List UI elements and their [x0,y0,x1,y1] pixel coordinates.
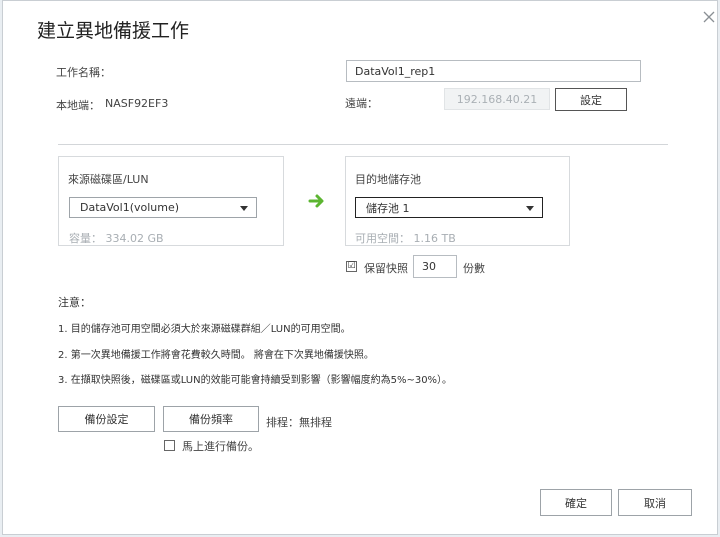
run-now-label: 馬上進行備份。 [182,440,259,453]
source-volume-select[interactable]: DataVol1(volume) [69,197,257,218]
destination-pool-select[interactable]: 儲存池 1 [355,197,543,218]
keep-snapshot-label: 保留快照 [364,262,408,275]
note-item: 1. 目的儲存池可用空間必須大於來源磁碟群組／LUN的可用空間。 [58,324,351,335]
snapshot-count-input[interactable]: 30 [413,255,457,278]
keep-snapshot-checkbox[interactable]: ☑ [346,261,357,272]
backup-frequency-button[interactable]: 備份頻率 [163,406,259,432]
snapshot-count-unit: 份數 [463,262,485,275]
run-now-checkbox[interactable] [164,440,175,451]
local-label: 本地端： [56,99,100,112]
destination-available-space: 可用空間： 1.16 TB [355,232,456,245]
destination-pool-value: 儲存池 1 [366,201,410,215]
note-item: 2. 第一次異地備援工作將會花費較久時間。 將會在下次異地備援快照。 [58,350,374,361]
divider [58,144,668,145]
right-arrow-icon [308,193,326,209]
remote-settings-button[interactable]: 設定 [555,88,627,111]
chevron-down-icon [240,206,248,211]
job-name-input[interactable]: DataVol1_rep1 [346,60,641,82]
close-icon[interactable] [701,9,717,25]
schedule-text: 排程：無排程 [266,416,332,429]
chevron-down-icon [526,206,534,211]
notes-heading: 注意： [58,296,91,309]
source-volume-value: DataVol1(volume) [80,201,180,214]
backup-settings-button[interactable]: 備份設定 [58,406,155,432]
source-label: 來源磁碟區/LUN [68,173,149,186]
note-item: 3. 在擷取快照後，磁碟區或LUN的效能可能會持續受到影響（影響幅度約為5%~3… [58,375,453,386]
source-capacity: 容量： 334.02 GB [69,232,164,245]
remote-label: 遠端： [345,97,378,110]
destination-label: 目的地儲存池 [355,173,421,186]
dialog-title: 建立異地備援工作 [37,20,190,42]
job-name-label: 工作名稱： [56,66,111,79]
create-remote-replication-dialog: 建立異地備援工作 工作名稱： DataVol1_rep1 本地端： NASF92… [2,0,718,535]
local-hostname: NASF92EF3 [105,97,169,110]
remote-ip-field: 192.168.40.21 [444,88,550,110]
confirm-button[interactable]: 確定 [540,489,612,516]
cancel-button[interactable]: 取消 [618,489,692,516]
